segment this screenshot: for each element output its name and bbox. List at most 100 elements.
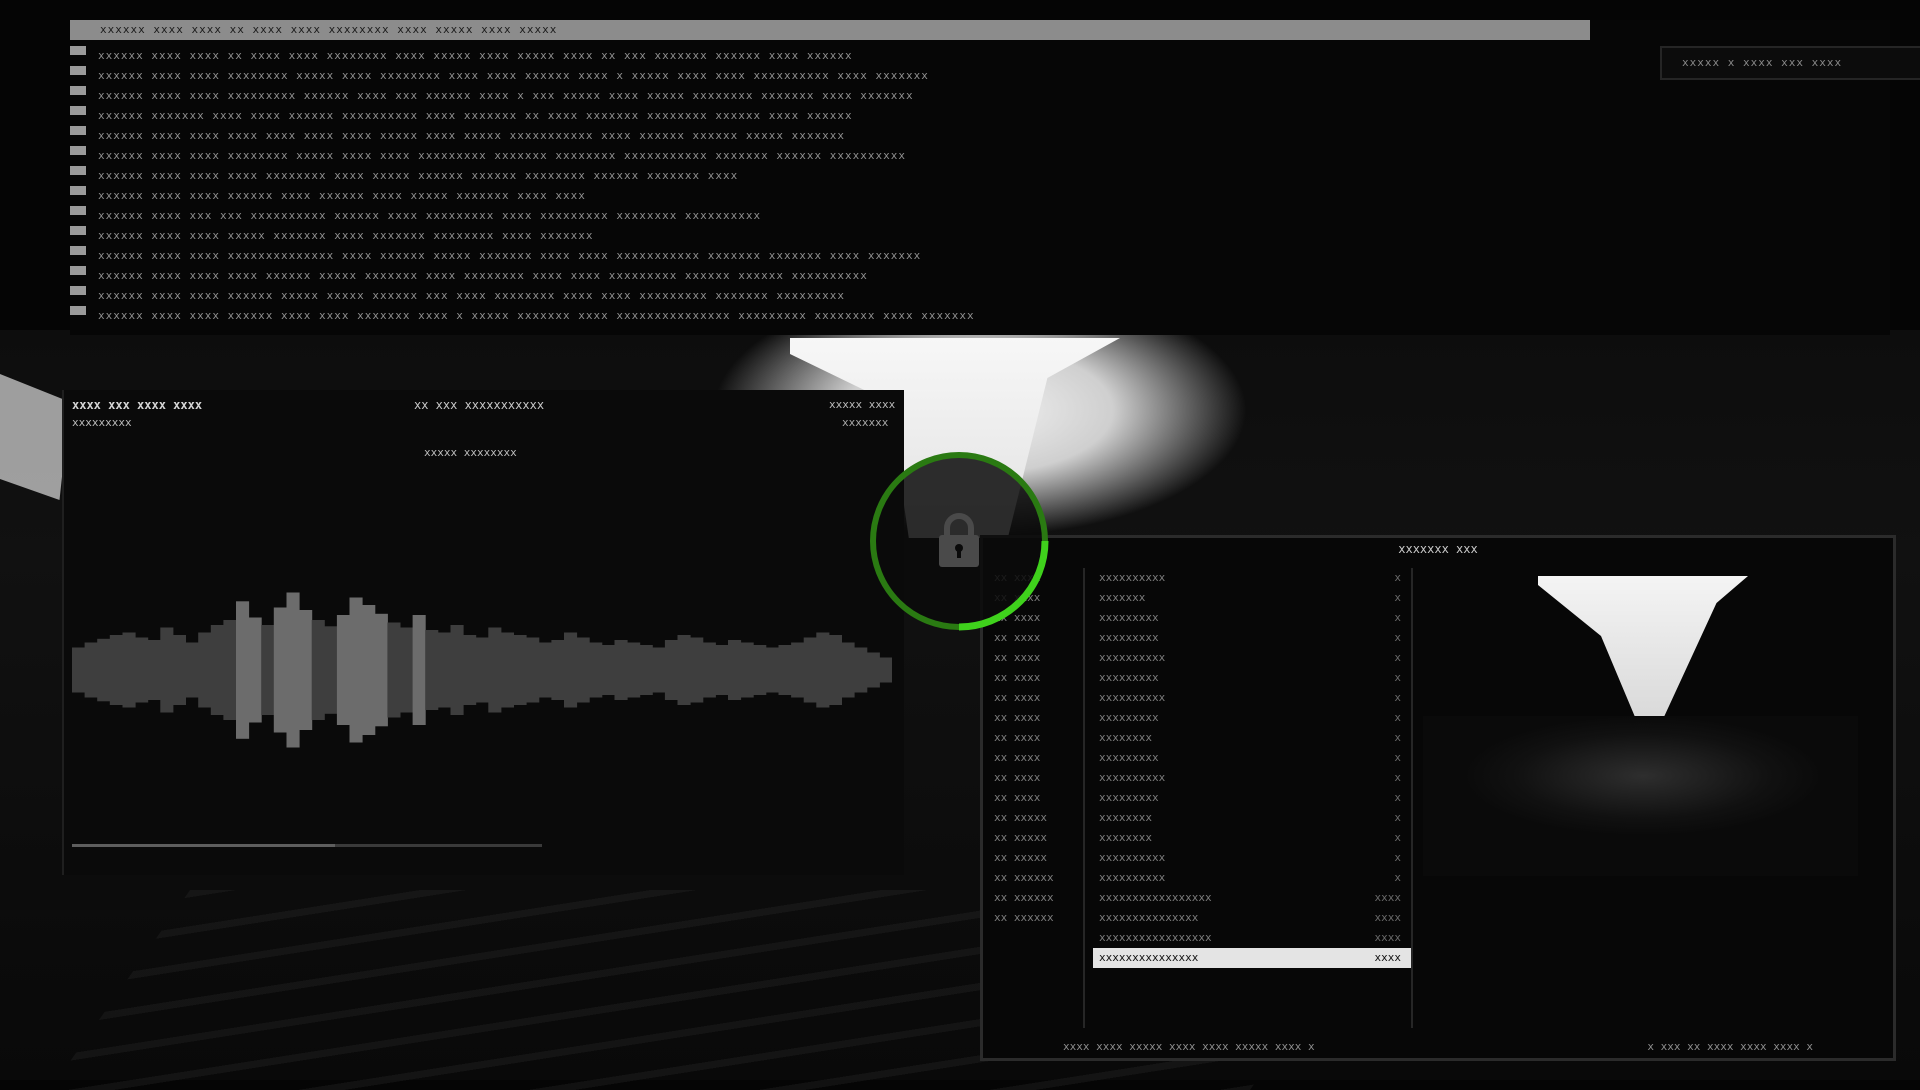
parent-dir-item[interactable]: xx xxxx <box>988 688 1083 708</box>
waveform-bar <box>475 637 489 703</box>
file-size: x <box>1394 791 1401 804</box>
terminal-line: xxxxxx xxxx xxxx xxxx xxxxxx xxxxx xxxxx… <box>98 269 868 282</box>
waveform-bar <box>72 647 86 693</box>
parent-dir-item[interactable]: xx xxxx <box>988 668 1083 688</box>
file-name: xxxxxxxxxx <box>1099 651 1166 664</box>
terminal-output[interactable]: xxxxxx xxxx xxxx xx xxxx xxxx xxxxxxxx x… <box>98 46 1398 346</box>
file-list-item[interactable]: x xxxxxxxxx <box>1093 788 1411 808</box>
file-list-item-selected[interactable]: xxxx xxxxxxxxxxxxxxx <box>1093 948 1411 968</box>
terminal-line: xxxxxx xxxx xxxx xxxxxxxxx xxxxxx xxxx x… <box>98 89 914 102</box>
parent-dir-item[interactable]: xx xxxxx <box>988 808 1083 828</box>
terminal-line: xxxxxx xxxx xxxx xxxxxx xxxxx xxxxx xxxx… <box>98 289 846 302</box>
playback-progress[interactable] <box>72 844 542 847</box>
file-size: x <box>1394 851 1401 864</box>
line-marker-icon <box>70 126 86 135</box>
file-manager-window[interactable]: xxxxxxx xxx xx xxxx xx xxxx xx xxxx xx xxxx… <box>980 535 1896 1061</box>
file-list-item[interactable]: x xxxxxxxxx <box>1093 668 1411 688</box>
file-list-item[interactable]: xxxx xxxxxxxxxxxxxxx <box>1093 908 1411 928</box>
waveform-bar <box>286 592 300 748</box>
file-list-item[interactable]: x xxxxxxxx <box>1093 828 1411 848</box>
file-list-item[interactable]: x xxxxxxxxxx <box>1093 648 1411 668</box>
file-list-item[interactable]: x xxxxxxxxxx <box>1093 768 1411 788</box>
parent-dir-item[interactable]: xx xxxx <box>988 788 1083 808</box>
waveform-bar <box>690 637 704 703</box>
waveform-bar <box>463 635 477 705</box>
parent-dir-item[interactable]: xx xxxx <box>988 768 1083 788</box>
file-list-item[interactable]: xxxx xxxxxxxxxxxxxxxxx <box>1093 928 1411 948</box>
file-list-item[interactable]: x xxxxxxxxx <box>1093 608 1411 628</box>
parent-dir-item[interactable]: xx xxxxx <box>988 828 1083 848</box>
file-list-item[interactable]: x xxxxxxxxxx <box>1093 848 1411 868</box>
waveform-bar <box>223 620 237 720</box>
waveform-bar <box>601 645 615 695</box>
parent-dir-item[interactable]: xx xxxx <box>988 648 1083 668</box>
terminal-window[interactable]: xxxxxx xxxx xxxx xx xxxx xxxx xxxxxxxx x… <box>70 20 1920 336</box>
waveform-bar <box>122 632 136 708</box>
file-list-item[interactable]: x xxxxxxxxxx <box>1093 568 1411 588</box>
file-name: xxxxxxxx <box>1099 731 1152 744</box>
terminal-gutter <box>70 46 88 336</box>
file-list-item[interactable]: x xxxxxxxxxx <box>1093 868 1411 888</box>
visualizer-window[interactable]: xxxx xxx xxxx xxxx xxxxxxxxx xx xxx xxxx… <box>62 390 904 875</box>
waveform-bar <box>299 610 313 730</box>
line-marker-icon <box>70 66 86 75</box>
terminal-line: xxxxxx xxxx xxxx xxxxxxxx xxxxx xxxx xxx… <box>98 149 906 162</box>
waveform-bar <box>147 640 161 700</box>
file-list-item[interactable]: x xxxxxxxxx <box>1093 628 1411 648</box>
waveform-bar <box>841 642 855 698</box>
file-size: x <box>1394 611 1401 624</box>
track-title: xxxx xxx xxxx xxxx <box>72 398 203 412</box>
file-name: xxxxxxxx <box>1099 811 1152 824</box>
waveform-bar <box>564 632 578 708</box>
terminal-line: xxxxxx xxxx xxxx xxxxx xxxxxxx xxxx xxxx… <box>98 229 594 242</box>
file-name: xxxxxxxxx <box>1099 791 1159 804</box>
waveform-bar <box>526 637 540 703</box>
padlock-icon <box>939 513 979 567</box>
waveform-bar <box>791 642 805 698</box>
file-name: xxxxxxxxx <box>1099 631 1159 644</box>
parent-dir-item[interactable]: xx xxxx <box>988 748 1083 768</box>
file-manager-statusbar: xxxx xxxx xxxxx xxxx xxxx xxxxx xxxx x x… <box>983 1038 1893 1056</box>
waveform-bar <box>261 625 275 715</box>
parent-dir-item[interactable]: xx xxxxxx <box>988 868 1083 888</box>
file-size: x <box>1394 631 1401 644</box>
file-size: x <box>1394 591 1401 604</box>
file-list-item[interactable]: x xxxxxxxxx <box>1093 748 1411 768</box>
waveform-bar <box>236 601 250 739</box>
parent-dir-item[interactable]: xx xxxx <box>988 708 1083 728</box>
waveform-bar <box>336 615 350 725</box>
parent-dir-item[interactable]: xx xxxxxx <box>988 888 1083 908</box>
waveform-bar <box>387 622 401 718</box>
preview-image-sky <box>1538 576 1748 726</box>
file-list-item[interactable]: x xxxxxxxxx <box>1093 708 1411 728</box>
parent-dir-item[interactable]: xx xxxxx <box>988 848 1083 868</box>
terminal-line: xxxxxx xxxx xxx xxx xxxxxxxxxx xxxxxx xx… <box>98 209 762 222</box>
file-list-item[interactable]: x xxxxxxxx <box>1093 728 1411 748</box>
file-list-item[interactable]: xxxx xxxxxxxxxxxxxxxxx <box>1093 888 1411 908</box>
waveform-bar <box>488 627 502 713</box>
file-name: xxxxxxxxx <box>1099 711 1159 724</box>
waveform-bar <box>589 642 603 698</box>
file-list-item[interactable]: x xxxxxxx <box>1093 588 1411 608</box>
terminal-line: xxxxxx xxxx xxxx xxxx xxxxxxxx xxxx xxxx… <box>98 169 739 182</box>
line-marker-icon <box>70 266 86 275</box>
file-list-item[interactable]: x xxxxxxxxxx <box>1093 688 1411 708</box>
line-marker-icon <box>70 106 86 115</box>
file-size: x <box>1394 731 1401 744</box>
parent-dir-item[interactable]: xx xxxx <box>988 728 1083 748</box>
terminal-status: xxxxx x xxxx xxx xxxx <box>1660 46 1920 80</box>
file-size: xxxx <box>1374 951 1402 964</box>
waveform-bar <box>702 642 716 698</box>
current-directory-column[interactable]: x xxxxxxxxxx x xxxxxxx x xxxxxxxxx x xxxxxxxxx x… <box>1093 568 1413 1028</box>
line-marker-icon <box>70 146 86 155</box>
waveform-bar <box>362 605 376 735</box>
file-size: xxxx <box>1374 911 1402 924</box>
line-marker-icon <box>70 86 86 95</box>
parent-directory-column[interactable]: xx xxxx xx xxxx xx xxxx xx xxxx xx xxxx xx xx… <box>988 568 1085 1028</box>
file-size: x <box>1394 671 1401 684</box>
file-list-item[interactable]: x xxxxxxxx <box>1093 808 1411 828</box>
waveform-bar <box>109 635 123 705</box>
parent-dir-item[interactable]: xx xxxxxx <box>988 908 1083 928</box>
waveform-bar <box>273 607 287 733</box>
waveform-bar <box>677 635 691 705</box>
